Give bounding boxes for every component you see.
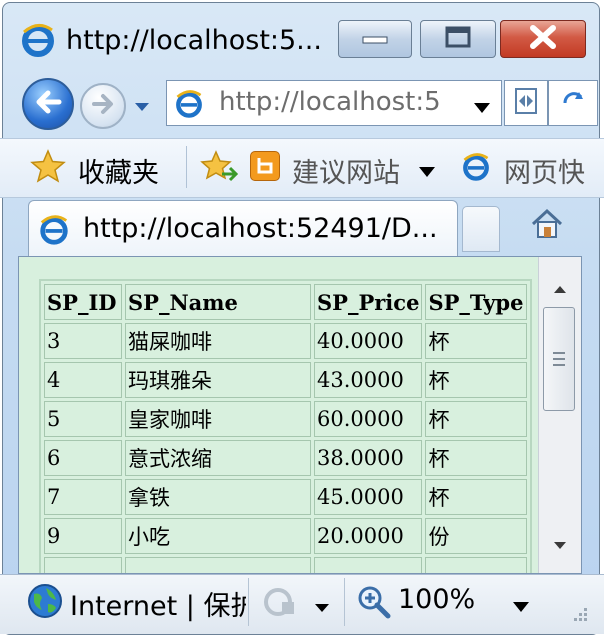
compatibility-view-button[interactable] — [504, 80, 548, 126]
cell-id: 4 — [44, 362, 122, 398]
forward-arrow-icon — [90, 93, 116, 119]
toolbar-divider — [186, 146, 187, 188]
back-button[interactable] — [22, 78, 74, 130]
cell-id: 5 — [44, 401, 122, 437]
cell-id — [44, 557, 122, 573]
zoom-magnifier-icon[interactable] — [356, 584, 392, 624]
scroll-up-arrow-icon[interactable] — [553, 279, 567, 298]
product-table: SP_ID SP_Name SP_Price SP_Type 3 猫屎咖啡 40… — [39, 279, 533, 573]
table-row: 7 拿铁 45.0000 杯 — [44, 479, 528, 515]
cell-price: 43.0000 — [314, 362, 423, 398]
cell-name: 拿铁 — [125, 479, 311, 515]
refresh-button[interactable] — [548, 80, 598, 126]
tab-title: http://localhost:52491/D... — [83, 213, 438, 244]
zoom-dropdown-icon[interactable] — [512, 598, 530, 617]
web-slice-gallery-link[interactable]: 网页快 — [504, 151, 585, 190]
minimize-icon — [362, 30, 388, 49]
protected-mode-dropdown-icon[interactable] — [314, 598, 330, 617]
suggested-sites-dropdown-icon[interactable] — [418, 163, 436, 182]
favorites-label[interactable]: 收藏夹 — [78, 151, 159, 190]
table-row: 3 猫屎咖啡 40.0000 杯 — [44, 323, 528, 359]
cell-type: 杯 — [425, 440, 528, 476]
column-header: SP_Price — [314, 284, 423, 320]
security-zone-label[interactable]: Internet | 保护 — [70, 584, 246, 623]
ie-logo-icon — [20, 22, 56, 62]
cell-id: 9 — [44, 518, 122, 554]
suggested-sites-icon[interactable] — [250, 151, 280, 181]
tab-ie-icon — [37, 213, 71, 251]
status-divider — [248, 578, 249, 626]
address-bar[interactable]: http://localhost:5 — [166, 80, 502, 126]
vertical-scrollbar[interactable] — [538, 257, 581, 573]
cell-price: 40.0000 — [314, 323, 423, 359]
cell-name: 皇家咖啡 — [125, 401, 311, 437]
scroll-down-arrow-icon[interactable] — [553, 536, 567, 555]
cell-type: 杯 — [425, 401, 528, 437]
cell-type — [425, 557, 528, 573]
address-text[interactable]: http://localhost:5 — [219, 87, 459, 117]
tab-current[interactable]: http://localhost:52491/D... — [28, 200, 458, 256]
compatibility-view-icon — [514, 87, 538, 119]
maximize-button[interactable] — [420, 20, 496, 58]
close-icon — [528, 25, 558, 53]
cell-name — [125, 557, 311, 573]
cell-name: 玛琪雅朵 — [125, 362, 311, 398]
cell-type: 杯 — [425, 479, 528, 515]
scrollbar-thumb[interactable] — [543, 307, 575, 411]
web-slice-ie-icon[interactable] — [460, 151, 492, 187]
column-header: SP_ID — [44, 284, 122, 320]
grip-line — [553, 352, 565, 354]
cell-id: 3 — [44, 323, 122, 359]
minimize-button[interactable] — [338, 20, 412, 58]
cell-type: 杯 — [425, 362, 528, 398]
close-button[interactable] — [500, 20, 586, 58]
window-title: http://localhost:5... — [66, 25, 322, 56]
grip-line — [553, 364, 565, 366]
table-header-row: SP_ID SP_Name SP_Price SP_Type — [44, 284, 528, 320]
refresh-icon — [561, 91, 591, 119]
forward-button[interactable] — [80, 83, 126, 129]
cell-id: 7 — [44, 479, 122, 515]
add-to-favorites-icon[interactable] — [200, 150, 239, 188]
internet-globe-icon — [26, 582, 64, 624]
table-row: 4 玛琪雅朵 43.0000 杯 — [44, 362, 528, 398]
cell-name: 小吃 — [125, 518, 311, 554]
column-header: SP_Type — [425, 284, 528, 320]
home-icon[interactable] — [530, 208, 564, 244]
cell-price: 38.0000 — [314, 440, 423, 476]
new-tab-button[interactable] — [462, 206, 500, 252]
cell-name: 意式浓缩 — [125, 440, 311, 476]
recent-pages-dropdown-icon[interactable] — [134, 98, 150, 112]
cell-type: 杯 — [425, 323, 528, 359]
column-header: SP_Name — [125, 284, 311, 320]
zoom-level[interactable]: 100% — [398, 584, 475, 615]
table-row: 5 皇家咖啡 60.0000 杯 — [44, 401, 528, 437]
resize-grip-icon[interactable] — [566, 604, 590, 632]
suggested-sites-link[interactable]: 建议网站 — [292, 151, 400, 190]
maximize-icon — [445, 26, 471, 52]
favorites-star-icon[interactable] — [30, 149, 66, 187]
page-content: SP_ID SP_Name SP_Price SP_Type 3 猫屎咖啡 40… — [18, 256, 582, 574]
cell-name: 猫屎咖啡 — [125, 323, 311, 359]
cell-id: 6 — [44, 440, 122, 476]
status-divider — [344, 578, 345, 626]
cell-type: 份 — [425, 518, 528, 554]
grip-line — [553, 358, 565, 360]
ie-page-icon — [173, 88, 205, 124]
table-row: 9 小吃 20.0000 份 — [44, 518, 528, 554]
cell-price: 20.0000 — [314, 518, 423, 554]
cell-price: 45.0000 — [314, 479, 423, 515]
protected-mode-icon[interactable] — [262, 586, 302, 622]
cell-price: 60.0000 — [314, 401, 423, 437]
address-dropdown-icon[interactable] — [473, 99, 491, 118]
cell-price — [314, 557, 423, 573]
back-arrow-icon — [33, 89, 63, 119]
table-row-partial — [44, 557, 528, 573]
table-row: 6 意式浓缩 38.0000 杯 — [44, 440, 528, 476]
